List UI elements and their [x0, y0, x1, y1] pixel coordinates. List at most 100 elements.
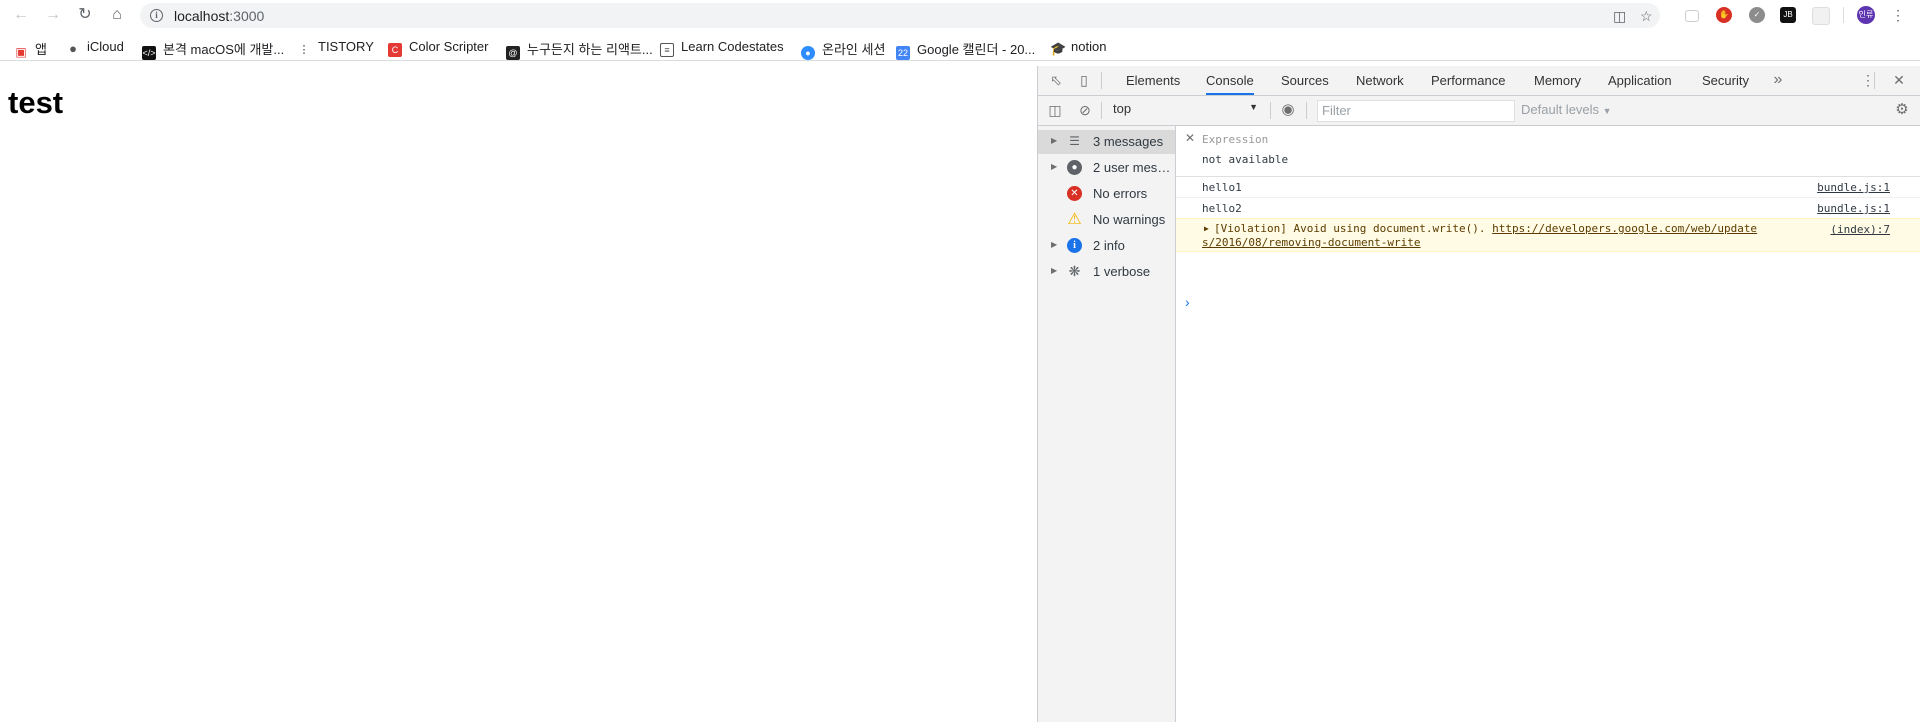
bookmark-codestates[interactable]: ≡ Learn Codestates: [660, 39, 784, 57]
sidebar-item-verbose[interactable]: ▶ ❋ 1 verbose: [1038, 260, 1175, 284]
tab-performance[interactable]: Performance: [1431, 66, 1505, 95]
forward-button[interactable]: →: [44, 6, 62, 24]
inspect-element-icon[interactable]: ⬁: [1048, 72, 1064, 88]
expand-arrow-icon[interactable]: ▶: [1051, 240, 1057, 249]
violation-text-continued: s/2016/08/removing-document-write: [1202, 236, 1421, 249]
remove-expression-icon[interactable]: ✕: [1185, 131, 1195, 145]
toolbar-divider: [1843, 7, 1844, 23]
device-toolbar-icon[interactable]: ▯: [1076, 72, 1092, 88]
clear-console-icon[interactable]: ⊘: [1077, 102, 1093, 118]
tab-console[interactable]: Console: [1206, 66, 1254, 95]
sidebar-item-errors[interactable]: ✕ No errors: [1038, 182, 1175, 206]
bookmark-google-calendar[interactable]: 22 Google 캘린더 - 20...: [896, 39, 1035, 60]
bookmark-macos-dev[interactable]: </> 본격 macOS에 개발...: [142, 39, 284, 60]
live-expression: ✕ Expression not available: [1176, 126, 1920, 177]
message-source-link[interactable]: bundle.js:1: [1817, 181, 1890, 194]
console-message: hello2 bundle.js:1: [1176, 198, 1920, 219]
close-devtools-icon[interactable]: ✕: [1891, 72, 1907, 88]
bookmark-star-icon[interactable]: ☆: [1640, 8, 1653, 25]
expand-arrow-icon[interactable]: ▶: [1051, 266, 1057, 275]
expand-arrow-icon[interactable]: ▶: [1204, 224, 1209, 233]
bookmark-color-scripter[interactable]: C Color Scripter: [388, 39, 488, 57]
translate-icon[interactable]: ◫: [1613, 8, 1626, 25]
console-prompt-icon[interactable]: ›: [1185, 294, 1190, 310]
log-levels-dropdown[interactable]: Default levels ▼: [1521, 102, 1612, 117]
violation-link[interactable]: https://developers.google.com/web/update: [1492, 222, 1757, 235]
zoom-icon: ●: [801, 46, 815, 60]
expression-result: not available: [1202, 153, 1289, 166]
color-scripter-icon: C: [388, 43, 402, 57]
bookmark-online-session[interactable]: ● 온라인 세션: [801, 39, 885, 60]
reload-button[interactable]: ↻: [76, 6, 94, 24]
message-text: hello1: [1202, 181, 1242, 194]
page-heading: test: [8, 85, 64, 120]
site-info-icon[interactable]: i: [150, 9, 163, 22]
bookmarks-bar: ▣ 앱 ● iCloud </> 본격 macOS에 개발... ⋮ TISTORY C…: [0, 32, 1920, 61]
browser-menu-icon[interactable]: ⋮: [1889, 6, 1907, 24]
console-settings-gear-icon[interactable]: ⚙: [1894, 102, 1910, 118]
live-expression-eye-icon[interactable]: ◉: [1280, 102, 1296, 118]
sidebar-item-info[interactable]: ▶ i 2 info: [1038, 234, 1175, 258]
user-icon: ●: [1067, 160, 1082, 175]
bookmark-notion[interactable]: 🎓 notion: [1050, 39, 1106, 56]
console-toolbar: ◫ ⊘ top ▼ ◉ Filter Default levels ▼ ⚙: [1038, 96, 1920, 126]
browser-toolbar: ← → ↻ ⌂ i localhost:3000 ◫ ☆ ✋ ✓ JB 인류 ⋮: [0, 0, 1920, 30]
violation-link-continued[interactable]: s/2016/08/removing-document-write: [1202, 236, 1421, 249]
error-icon: ✕: [1067, 186, 1082, 201]
profile-avatar-icon[interactable]: 인류: [1857, 6, 1875, 24]
toolbar-divider: [1306, 102, 1307, 119]
console-violation-message: ▶ [Violation] Avoid using document.write…: [1176, 218, 1920, 252]
tab-network[interactable]: Network: [1356, 66, 1404, 95]
console-sidebar: ▶ ☰ 3 messages ▶ ● 2 user messages ✕ No …: [1038, 126, 1176, 722]
extension-cast-icon[interactable]: [1685, 10, 1699, 22]
home-button[interactable]: ⌂: [108, 6, 126, 24]
tistory-icon: ⋮: [298, 44, 310, 56]
console-filter-input[interactable]: Filter: [1317, 100, 1515, 122]
code-icon: </>: [142, 46, 156, 60]
graduation-cap-icon: 🎓: [1050, 41, 1067, 56]
devtools-menu-icon[interactable]: ⋮: [1860, 72, 1876, 88]
address-bar[interactable]: i localhost:3000 ◫ ☆: [140, 3, 1660, 28]
bookmark-tistory[interactable]: ⋮ TISTORY: [297, 39, 374, 56]
message-source-link[interactable]: bundle.js:1: [1817, 202, 1890, 215]
show-sidebar-icon[interactable]: ◫: [1047, 102, 1063, 118]
toolbar-divider: [1101, 102, 1102, 119]
back-button[interactable]: ←: [12, 6, 30, 24]
bookmark-icloud[interactable]: ● iCloud: [66, 39, 124, 56]
console-output[interactable]: ✕ Expression not available hello1 bundle…: [1176, 126, 1920, 722]
tab-memory[interactable]: Memory: [1534, 66, 1581, 95]
context-selector[interactable]: top ▼: [1113, 101, 1260, 119]
extension-blank-icon[interactable]: [1812, 7, 1830, 25]
tab-security[interactable]: Security: [1702, 66, 1749, 95]
levels-dropdown-arrow-icon: ▼: [1602, 106, 1612, 116]
sidebar-item-warnings[interactable]: ⚠ No warnings: [1038, 208, 1175, 232]
apps-grid-icon: ▣: [15, 45, 27, 59]
sidebar-item-messages[interactable]: ▶ ☰ 3 messages: [1038, 130, 1175, 154]
dropdown-arrow-icon: ▼: [1249, 102, 1258, 112]
tab-divider: [1101, 72, 1102, 89]
extension-check-icon[interactable]: ✓: [1749, 7, 1765, 23]
expand-arrow-icon[interactable]: ▶: [1051, 136, 1057, 145]
message-text: hello2: [1202, 202, 1242, 215]
console-message: hello1 bundle.js:1: [1176, 177, 1920, 198]
url-text: localhost:3000: [174, 8, 265, 24]
extension-jb-icon[interactable]: JB: [1780, 7, 1796, 23]
extension-adblock-icon[interactable]: ✋: [1716, 7, 1732, 23]
sidebar-item-user-messages[interactable]: ▶ ● 2 user messages: [1038, 156, 1175, 180]
warning-icon: ⚠: [1067, 211, 1082, 228]
tab-application[interactable]: Application: [1608, 66, 1672, 95]
expand-arrow-icon[interactable]: ▶: [1051, 162, 1057, 171]
bug-icon: ❋: [1068, 263, 1081, 279]
tab-sources[interactable]: Sources: [1281, 66, 1329, 95]
react-tutorial-icon: @: [506, 46, 520, 60]
tab-elements[interactable]: Elements: [1126, 66, 1180, 95]
calendar-icon: 22: [896, 46, 910, 60]
devtools-panel: ⬁ ▯ Elements Console Sources Network Per…: [1037, 66, 1920, 722]
bookmark-apps[interactable]: ▣ 앱: [14, 39, 47, 59]
more-tabs-icon[interactable]: »: [1770, 72, 1786, 88]
page-viewport: test: [0, 66, 1037, 722]
expression-input[interactable]: Expression: [1202, 133, 1268, 146]
message-source-link[interactable]: (index):7: [1830, 223, 1890, 236]
bookmark-react-tutorial[interactable]: @ 누구든지 하는 리액트...: [506, 39, 653, 60]
devtools-tab-bar: ⬁ ▯ Elements Console Sources Network Per…: [1038, 66, 1920, 96]
